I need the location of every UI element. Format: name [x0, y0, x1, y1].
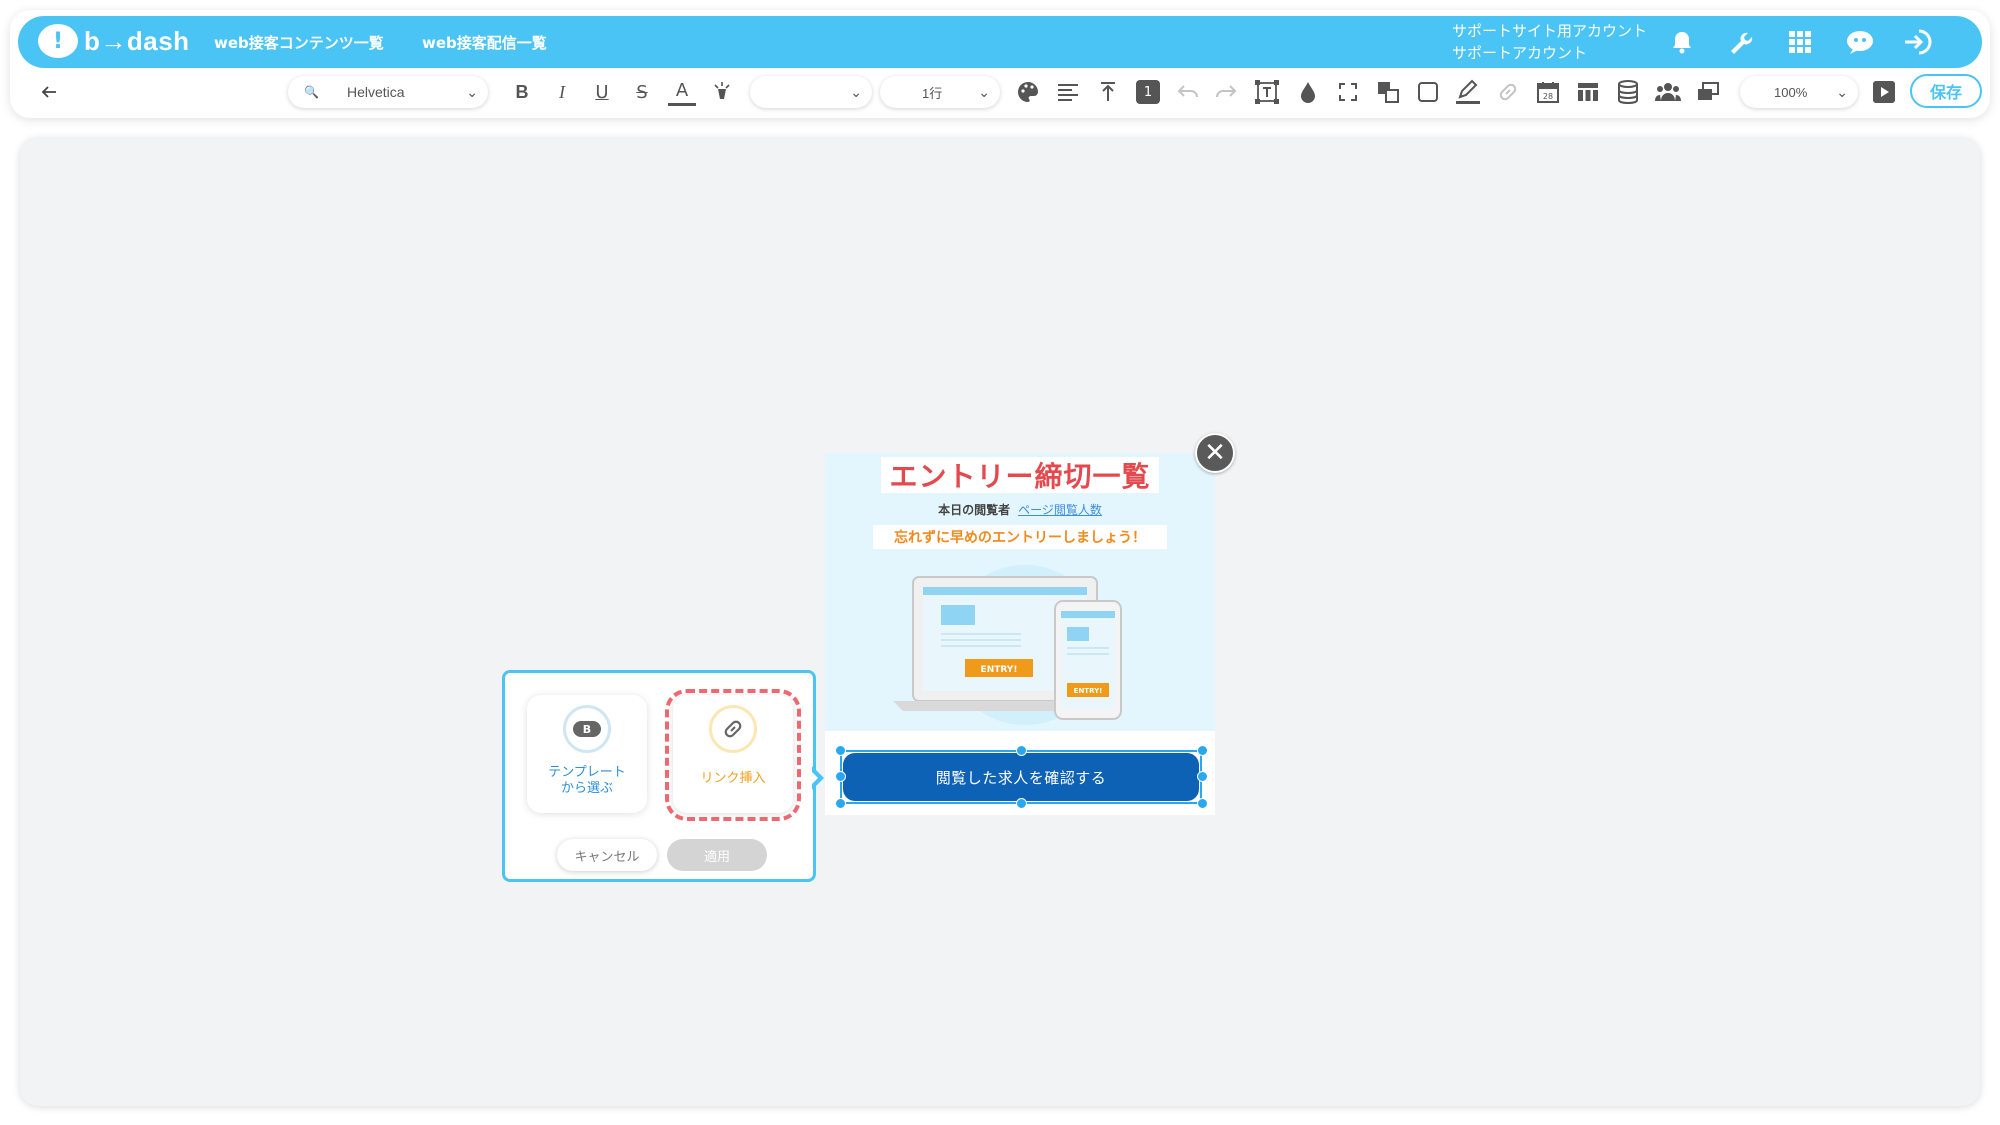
- resize-handle[interactable]: [1197, 771, 1208, 782]
- fill-drop-icon[interactable]: [1294, 72, 1322, 112]
- layer-number-icon[interactable]: 1: [1134, 72, 1162, 112]
- users-group-icon[interactable]: [1654, 72, 1682, 112]
- editor-toolbar: 🔍 Helvetica ⌄ B I U S A ⌄ 1行 ⌄ 1 28 100%…: [18, 72, 1982, 112]
- logo-bubble-icon: !: [38, 24, 78, 58]
- account-site-name: サポートサイト用アカウント: [1452, 22, 1648, 40]
- align-icon[interactable]: [1054, 72, 1082, 112]
- panel-pointer-inner: [809, 769, 818, 787]
- bell-icon[interactable]: [1666, 26, 1698, 58]
- strikethrough-icon[interactable]: S: [628, 72, 656, 112]
- template-label-line1: テンプレート: [548, 765, 626, 780]
- italic-icon[interactable]: I: [548, 72, 576, 112]
- back-arrow-icon[interactable]: [36, 72, 62, 112]
- bold-icon[interactable]: B: [508, 72, 536, 112]
- text-box-icon[interactable]: [1252, 72, 1282, 112]
- apply-button[interactable]: 適用: [667, 839, 767, 871]
- undo-icon[interactable]: [1174, 72, 1202, 112]
- resize-handle[interactable]: [1197, 798, 1208, 809]
- link-icon[interactable]: [1494, 72, 1522, 112]
- layer-order-icon[interactable]: [1374, 72, 1402, 112]
- viewer-label: 本日の閲覧者: [938, 503, 1011, 517]
- resize-handle[interactable]: [1016, 745, 1027, 756]
- chevron-down-icon: ⌄: [1836, 83, 1848, 100]
- highlight-dashed-outline: [665, 689, 801, 821]
- search-icon: 🔍: [304, 85, 319, 99]
- calendar-icon[interactable]: 28: [1534, 72, 1562, 112]
- underline-icon[interactable]: U: [588, 72, 616, 112]
- resize-handle[interactable]: [835, 771, 846, 782]
- preview-play-icon[interactable]: [1870, 72, 1898, 112]
- layer-number-value: 1: [1136, 80, 1160, 104]
- border-icon[interactable]: [1414, 72, 1442, 112]
- vertical-align-top-icon[interactable]: [1094, 72, 1122, 112]
- table-columns-icon[interactable]: [1574, 72, 1602, 112]
- entry-warning-text: 忘れずに早めのエントリーしましょう！: [873, 525, 1167, 549]
- nav-delivery-list[interactable]: web接客配信一覧: [422, 32, 547, 53]
- resize-handle[interactable]: [835, 745, 846, 756]
- font-family-value: Helvetica: [346, 84, 405, 100]
- close-icon[interactable]: ✕: [1195, 433, 1235, 473]
- zoom-select[interactable]: 100% ⌄: [1740, 76, 1858, 108]
- popup-title: エントリー締切一覧: [881, 457, 1159, 493]
- top-nav-bar: ! b→dash web接客コンテンツ一覧 web接客配信一覧 サポートサイト用…: [18, 16, 1982, 68]
- nav-content-list[interactable]: web接客コンテンツ一覧: [214, 32, 384, 53]
- fullscreen-icon[interactable]: [1334, 72, 1362, 112]
- support-chat-icon[interactable]: [1844, 26, 1876, 58]
- line-height-value: 1行: [922, 85, 943, 101]
- template-label-line2: から選ぶ: [560, 781, 613, 796]
- duplicate-icon[interactable]: [1694, 72, 1722, 112]
- link-action-panel: B テンプレート から選ぶ リンク挿入 キャンセル 適用: [502, 670, 816, 882]
- redo-icon[interactable]: [1212, 72, 1240, 112]
- account-info[interactable]: サポートサイト用アカウント サポートアカウント: [1452, 20, 1647, 64]
- line-height-select[interactable]: 1行 ⌄: [880, 76, 1000, 108]
- logo-text: b→dash: [84, 25, 190, 56]
- template-select-card[interactable]: B テンプレート から選ぶ: [527, 695, 647, 813]
- cancel-button[interactable]: キャンセル: [557, 839, 657, 871]
- chevron-down-icon: ⌄: [466, 83, 478, 100]
- template-label: テンプレート から選ぶ: [527, 765, 647, 797]
- chevron-down-icon: ⌄: [978, 83, 990, 100]
- wrench-icon[interactable]: [1724, 26, 1756, 58]
- web-popup-preview[interactable]: エントリー締切一覧 本日の閲覧者 ページ閲覧人数 忘れずに早めのエントリーしましょ…: [825, 453, 1215, 815]
- template-icon-circle: B: [563, 705, 611, 753]
- border-color-icon[interactable]: [1454, 72, 1482, 112]
- selection-outline: [840, 750, 1202, 804]
- logo[interactable]: ! b→dash: [38, 24, 190, 58]
- font-family-select[interactable]: 🔍 Helvetica ⌄: [288, 76, 488, 108]
- database-icon[interactable]: [1614, 72, 1642, 112]
- template-b-icon: B: [573, 721, 601, 737]
- save-button[interactable]: 保存: [1910, 74, 1982, 108]
- account-user-name: サポートアカウント: [1452, 44, 1588, 62]
- apps-grid-icon[interactable]: [1784, 26, 1816, 58]
- zoom-value: 100%: [1774, 84, 1808, 100]
- font-size-select[interactable]: ⌄: [750, 76, 872, 108]
- viewer-count-link[interactable]: ページ閲覧人数: [1018, 503, 1102, 517]
- entry-label-laptop: ENTRY!: [981, 665, 1018, 675]
- viewer-line: 本日の閲覧者 ページ閲覧人数: [825, 501, 1215, 518]
- highlight-icon[interactable]: [708, 72, 736, 112]
- chevron-down-icon: ⌄: [850, 83, 862, 100]
- resize-handle[interactable]: [835, 798, 846, 809]
- palette-icon[interactable]: [1014, 72, 1042, 112]
- calendar-day: 28: [1543, 92, 1553, 101]
- entry-label-phone: ENTRY!: [1074, 687, 1103, 695]
- logout-icon[interactable]: [1902, 26, 1934, 58]
- resize-handle[interactable]: [1016, 798, 1027, 809]
- devices-illustration: ENTRY! ENTRY!: [893, 565, 1122, 725]
- text-color-icon[interactable]: A: [668, 78, 696, 106]
- resize-handle[interactable]: [1197, 745, 1208, 756]
